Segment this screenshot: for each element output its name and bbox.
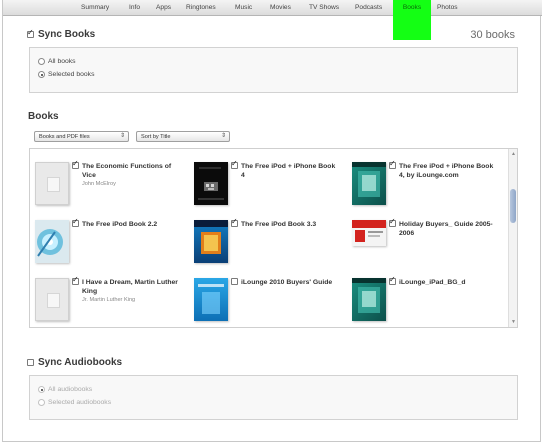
- books-scrollbar[interactable]: ▲ ▼: [508, 149, 517, 327]
- sync-audiobooks-options-box: All audiobooks Selected audiobooks: [29, 375, 518, 420]
- book-checkbox[interactable]: [72, 159, 79, 169]
- radio-selected-audiobooks-button[interactable]: [38, 399, 45, 406]
- radio-all-books[interactable]: All books: [38, 58, 76, 65]
- book-author: John McElroy: [82, 181, 116, 187]
- book-title: The Free iPod Book 2.2: [82, 221, 158, 228]
- tab-tv-shows[interactable]: TV Shows: [309, 3, 339, 15]
- scroll-up-icon[interactable]: ▲: [511, 151, 516, 157]
- book-checkbox[interactable]: [231, 159, 238, 169]
- book-title: I Have a Dream, Martin Luther King: [82, 279, 178, 295]
- books-sync-pane: Summary Info Apps Ringtones Music Movies…: [2, 0, 542, 442]
- sync-audiobooks-label: Sync Audiobooks: [38, 357, 123, 368]
- tab-photos[interactable]: Photos: [437, 3, 458, 15]
- book-cover-light-blue: [194, 278, 228, 321]
- radio-all-books-button[interactable]: [38, 58, 45, 65]
- books-heading: Books: [28, 111, 59, 122]
- book-cover-cd: [35, 220, 69, 263]
- tab-music[interactable]: Music: [235, 3, 252, 15]
- book-checkbox[interactable]: [231, 217, 238, 227]
- radio-selected-books[interactable]: Selected books: [38, 71, 94, 78]
- book-title: The Free iPod + iPhone Book 4, by iLoung…: [399, 163, 494, 179]
- book-checkbox[interactable]: [231, 278, 238, 285]
- radio-selected-books-label: Selected books: [48, 71, 95, 78]
- book-cover-teal: [352, 162, 386, 205]
- book-cover-teal: [352, 278, 386, 321]
- book-count: 30 books: [470, 29, 515, 41]
- book-title: Holiday Buyers_ Guide 2005-2006: [399, 221, 493, 237]
- tab-apps[interactable]: Apps: [156, 3, 171, 15]
- filter-select[interactable]: Books and PDF files ⇕: [34, 131, 129, 142]
- tab-ringtones[interactable]: Ringtones: [186, 3, 216, 15]
- book-title: iLounge 2010 Buyers' Guide: [241, 279, 333, 286]
- radio-all-books-label: All books: [48, 58, 76, 65]
- tab-books[interactable]: Books: [393, 0, 431, 40]
- sync-audiobooks-checkbox[interactable]: [27, 359, 34, 366]
- sync-books-label: Sync Books: [38, 29, 96, 40]
- radio-all-audiobooks-button[interactable]: [38, 386, 45, 393]
- book-cover-blank: [35, 162, 69, 205]
- book-title: The Free iPod Book 3.3: [241, 221, 317, 228]
- radio-selected-books-button[interactable]: [38, 71, 45, 78]
- books-grid: The Economic Functions of Vice John McEl…: [29, 148, 518, 328]
- tab-podcasts[interactable]: Podcasts: [355, 3, 382, 15]
- book-author: Jr. Martin Luther King: [82, 297, 136, 303]
- book-title: iLounge_iPad_BG_d: [399, 279, 466, 286]
- filter-select-value: Books and PDF files: [39, 134, 90, 140]
- radio-selected-audiobooks[interactable]: Selected audiobooks: [38, 399, 111, 406]
- select-arrows-icon: ⇕: [119, 133, 125, 139]
- sync-books-header: Sync Books: [27, 28, 96, 40]
- sync-audiobooks-header: Sync Audiobooks: [27, 357, 122, 368]
- sort-select-value: Sort by Title: [141, 134, 171, 140]
- scroll-down-icon[interactable]: ▼: [511, 319, 516, 325]
- book-cover-dark: [194, 162, 228, 205]
- sync-books-checkbox[interactable]: [27, 28, 34, 38]
- book-cover-blue: [194, 220, 228, 263]
- book-cover-red: [352, 220, 386, 246]
- book-checkbox[interactable]: [389, 217, 396, 227]
- book-title: The Free iPod + iPhone Book 4: [241, 163, 336, 179]
- book-title: The Economic Functions of Vice: [82, 163, 172, 179]
- radio-selected-audiobooks-label: Selected audiobooks: [48, 399, 112, 406]
- sort-select[interactable]: Sort by Title ⇕: [136, 131, 230, 142]
- radio-all-audiobooks[interactable]: All audiobooks: [38, 386, 92, 393]
- radio-all-audiobooks-label: All audiobooks: [48, 386, 93, 393]
- tab-bar: Summary Info Apps Ringtones Music Movies…: [3, 0, 542, 40]
- tab-summary[interactable]: Summary: [81, 3, 109, 15]
- book-checkbox[interactable]: [389, 275, 396, 285]
- book-checkbox[interactable]: [72, 275, 79, 285]
- book-cover-blank: [35, 278, 69, 321]
- tab-movies[interactable]: Movies: [270, 3, 291, 15]
- select-arrows-icon: ⇕: [220, 133, 226, 139]
- sync-books-options-box: All books Selected books: [29, 47, 518, 93]
- tab-info[interactable]: Info: [129, 3, 140, 15]
- book-checkbox[interactable]: [389, 159, 396, 169]
- scroll-thumb[interactable]: [510, 189, 516, 223]
- book-checkbox[interactable]: [72, 217, 79, 227]
